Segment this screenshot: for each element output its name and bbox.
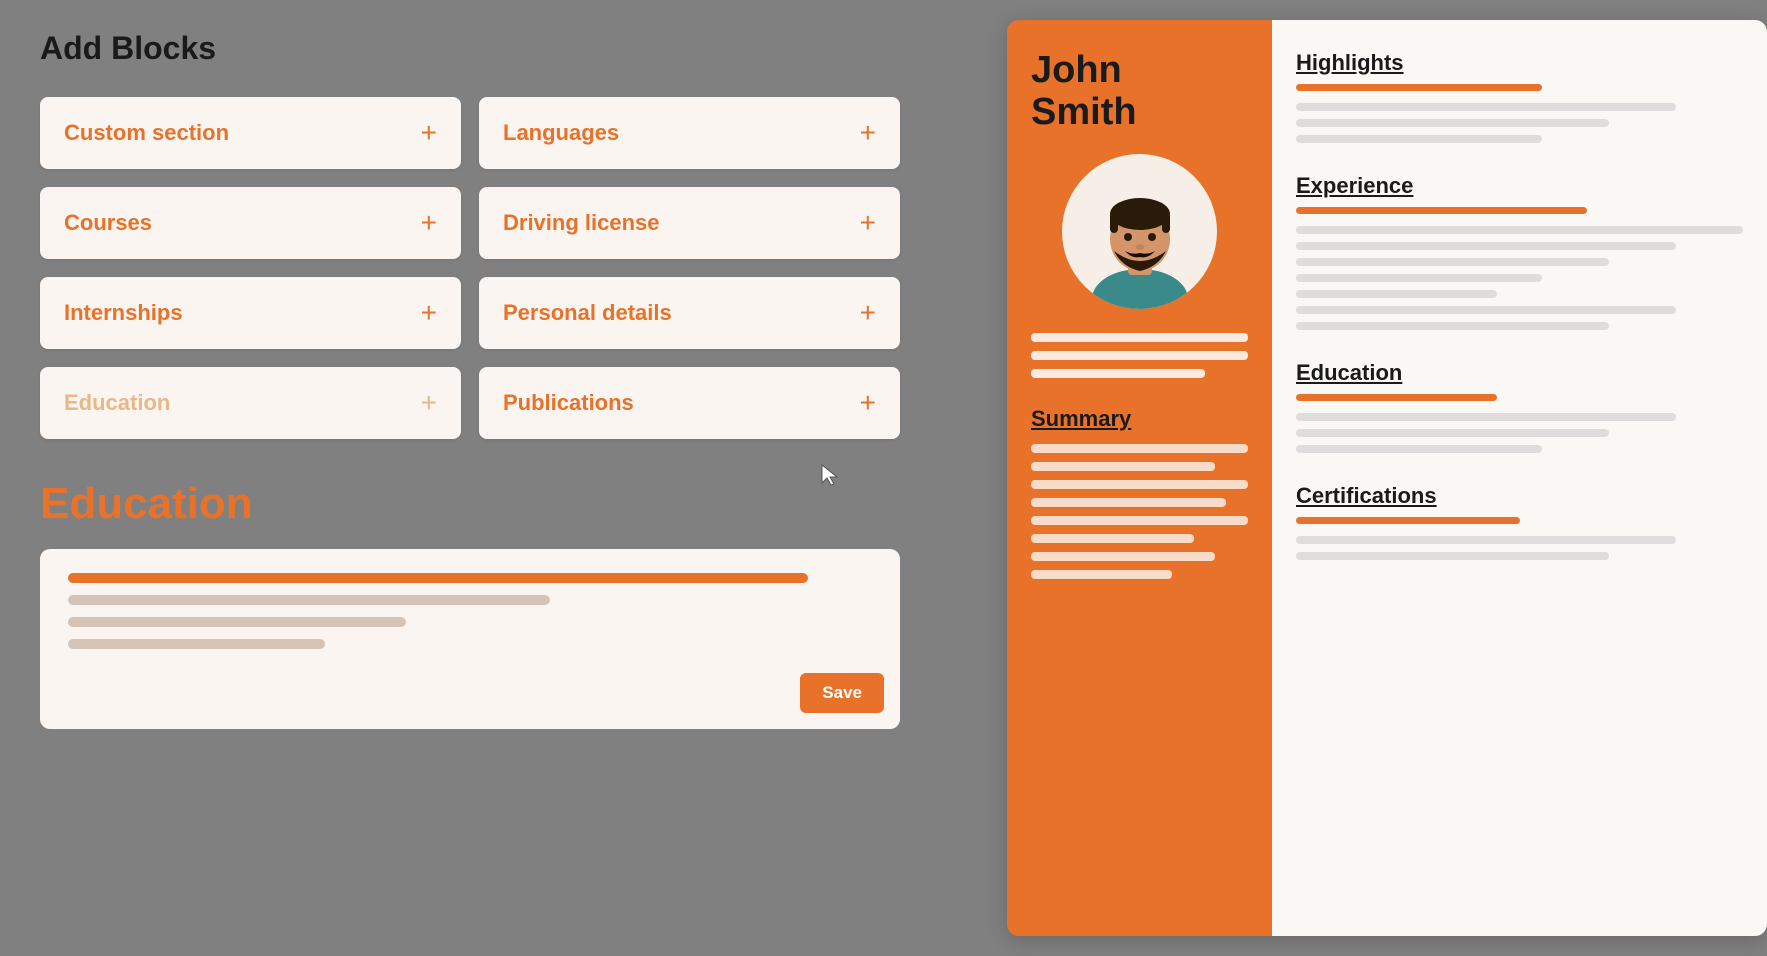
block-label: Driving license [503,210,660,236]
highlights-line-1 [1296,103,1676,111]
exp-line-5 [1296,290,1497,298]
exp-line-7 [1296,322,1609,330]
highlights-bar [1296,84,1542,91]
edu-line-r3 [1296,445,1542,453]
summary-line-7 [1031,552,1215,561]
block-label: Languages [503,120,619,146]
plus-icon: + [421,387,437,419]
plus-icon: + [860,207,876,239]
exp-line-2 [1296,242,1676,250]
plus-icon: + [421,207,437,239]
highlights-line-2 [1296,119,1609,127]
block-label: Internships [64,300,183,326]
education-title-right: Education [1296,360,1743,386]
edu-line-r2 [1296,429,1609,437]
summary-line-3 [1031,480,1248,489]
education-card: Save [40,549,900,729]
resume-right-column: Highlights Experience Education [1272,20,1767,936]
block-custom-section[interactable]: Custom section + [40,97,461,169]
edu-line-3 [68,617,406,627]
block-courses[interactable]: Courses + [40,187,461,259]
plus-icon: + [421,297,437,329]
certifications-bar [1296,517,1520,524]
resume-info-lines [1031,333,1248,378]
cert-line-2 [1296,552,1609,560]
summary-line-6 [1031,534,1194,543]
block-label: Courses [64,210,152,236]
plus-icon: + [421,117,437,149]
block-education[interactable]: Education + [40,367,461,439]
edu-line-1 [68,573,808,583]
summary-line-2 [1031,462,1215,471]
experience-title: Experience [1296,173,1743,199]
certifications-title: Certifications [1296,483,1743,509]
resume-name: JohnSmith [1031,50,1248,134]
resume-section-certifications: Certifications [1296,483,1743,560]
plus-icon: + [860,387,876,419]
page-title: Add Blocks [40,30,900,67]
block-personal-details[interactable]: Personal details + [479,277,900,349]
info-line-2 [1031,351,1248,360]
resume-summary-lines [1031,444,1248,579]
highlights-line-3 [1296,135,1542,143]
block-label: Education [64,390,170,416]
cert-line-1 [1296,536,1676,544]
experience-bar [1296,207,1587,214]
summary-line-5 [1031,516,1248,525]
block-label: Personal details [503,300,672,326]
exp-line-6 [1296,306,1676,314]
resume-left-column: JohnSmith [1007,20,1272,936]
summary-line-8 [1031,570,1172,579]
exp-line-1 [1296,226,1743,234]
info-line-3 [1031,369,1205,378]
save-button[interactable]: Save [800,673,884,713]
info-line-1 [1031,333,1248,342]
education-bar [1296,394,1497,401]
block-label: Publications [503,390,634,416]
resume-section-education: Education [1296,360,1743,453]
education-section-title: Education [40,479,900,529]
edu-line-2 [68,595,550,605]
resume-section-experience: Experience [1296,173,1743,330]
summary-line-4 [1031,498,1226,507]
plus-icon: + [860,297,876,329]
left-panel: Add Blocks Custom section + Languages + … [0,0,940,956]
resume-summary-label: Summary [1031,406,1248,432]
edu-line-r1 [1296,413,1676,421]
avatar [1062,154,1217,309]
block-languages[interactable]: Languages + [479,97,900,169]
block-publications[interactable]: Publications + [479,367,900,439]
block-label: Custom section [64,120,229,146]
highlights-title: Highlights [1296,50,1743,76]
block-driving-license[interactable]: Driving license + [479,187,900,259]
exp-line-3 [1296,258,1609,266]
summary-line-1 [1031,444,1248,453]
resume-section-highlights: Highlights [1296,50,1743,143]
edu-line-4 [68,639,325,649]
blocks-grid: Custom section + Languages + Courses + D… [40,97,900,439]
education-section: Education Save [40,479,900,729]
resume-preview: JohnSmith [1007,20,1767,936]
plus-icon: + [860,117,876,149]
block-internships[interactable]: Internships + [40,277,461,349]
exp-line-4 [1296,274,1542,282]
